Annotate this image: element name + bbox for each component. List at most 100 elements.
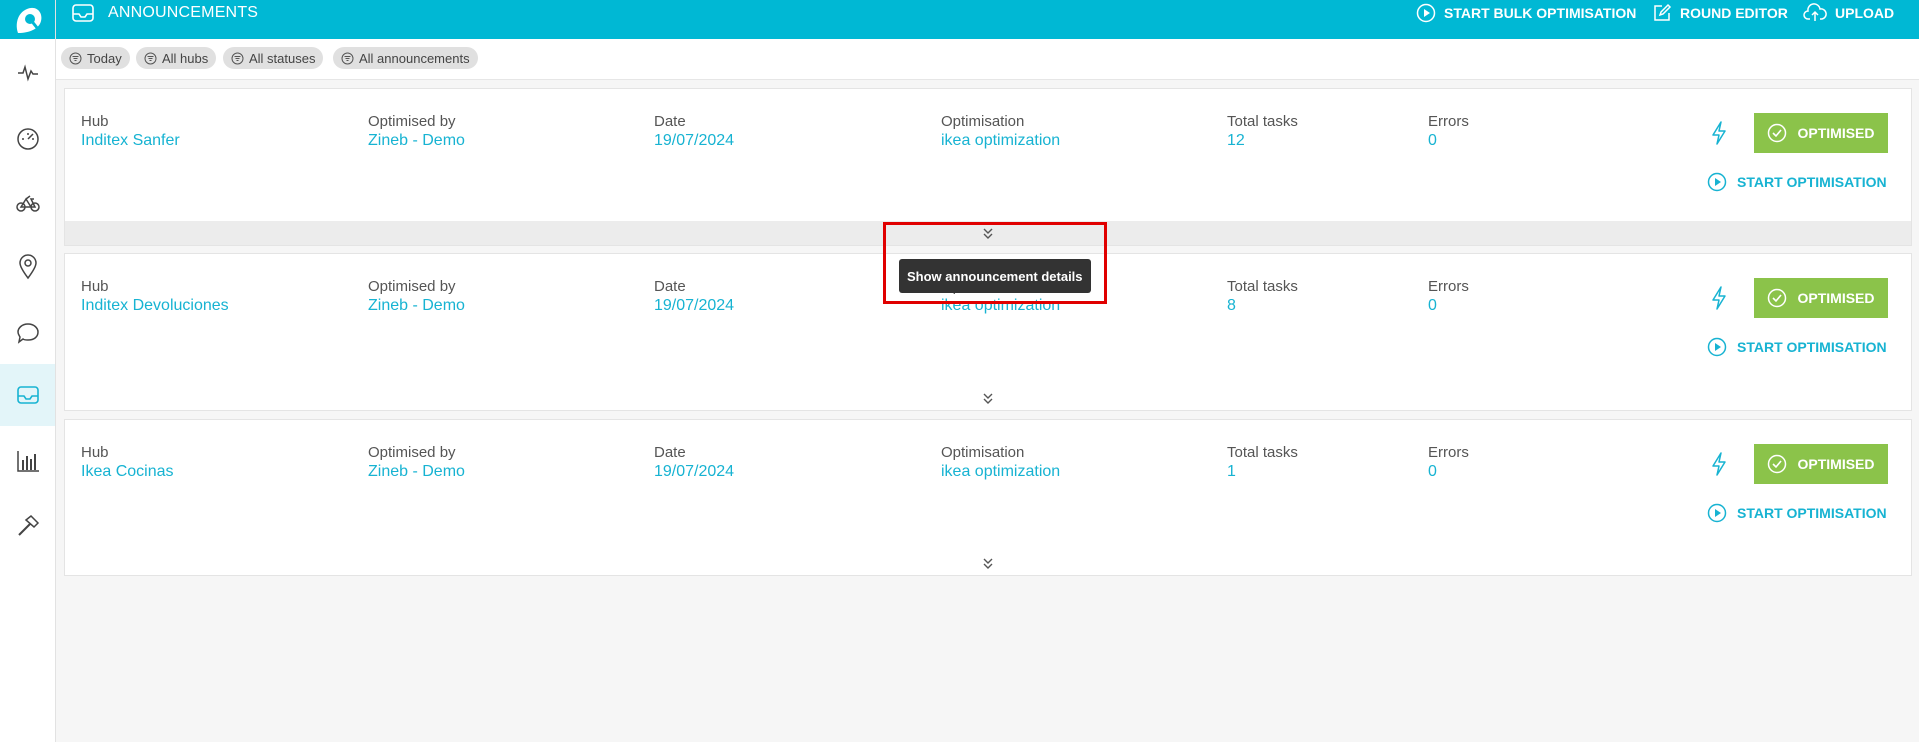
total-tasks-value[interactable]: 1 [1227, 462, 1298, 482]
sidebar-item-riders[interactable] [0, 172, 55, 234]
errors-label: Errors [1428, 444, 1469, 461]
logo-icon [16, 7, 41, 33]
date-label: Date [654, 444, 686, 461]
optimised-by-label: Optimised by [368, 113, 456, 130]
round-editor-button[interactable]: ROUND EDITOR [1652, 0, 1788, 26]
total-tasks-label: Total tasks [1227, 278, 1298, 295]
optimised-by-link[interactable]: Zineb - Demo [368, 462, 465, 482]
app-logo[interactable] [0, 0, 55, 39]
hub-link[interactable]: Ikea Cocinas [81, 462, 174, 482]
dashboard-icon [16, 128, 39, 150]
optimised-by-link[interactable]: Zineb - Demo [368, 131, 465, 151]
filter-icon [341, 52, 354, 64]
upload-button[interactable]: UPLOAD [1803, 0, 1894, 26]
optimised-by-field: Optimised by Zineb - Demo [368, 113, 465, 151]
total-tasks-field: Total tasks 12 [1227, 113, 1298, 151]
status-badge: OPTIMISED [1754, 444, 1888, 484]
filter-chip-announcements[interactable]: All announcements [333, 47, 478, 69]
chevron-double-down-icon [983, 393, 993, 404]
check-circle-icon [1768, 123, 1787, 143]
errors-field: Errors 0 [1428, 444, 1469, 482]
inbox-icon [16, 386, 39, 404]
check-circle-icon [1768, 454, 1787, 474]
start-bulk-optimisation-button[interactable]: START BULK OPTIMISATION [1416, 0, 1636, 26]
sidebar-item-messages[interactable] [0, 302, 55, 364]
start-optimisation-button[interactable]: START OPTIMISATION [1707, 172, 1887, 192]
total-tasks-field: Total tasks 8 [1227, 278, 1298, 316]
total-tasks-value[interactable]: 8 [1227, 296, 1298, 316]
location-pin-icon [18, 254, 37, 280]
status-label: OPTIMISED [1797, 290, 1875, 306]
filter-icon [144, 52, 157, 64]
activity-icon [17, 64, 38, 82]
errors-label: Errors [1428, 113, 1469, 130]
inbox-icon [72, 4, 94, 22]
play-circle-icon [1707, 337, 1727, 357]
page-title-text: ANNOUNCEMENTS [108, 4, 259, 21]
optimisation-link[interactable]: ikea optimization [941, 462, 1060, 482]
optimised-by-field: Optimised by Zineb - Demo [368, 444, 465, 482]
start-optimisation-button[interactable]: START OPTIMISATION [1707, 337, 1887, 357]
bar-chart-icon [16, 451, 39, 472]
errors-field: Errors 0 [1428, 278, 1469, 316]
errors-value[interactable]: 0 [1428, 131, 1469, 151]
date-value[interactable]: 19/07/2024 [654, 462, 734, 482]
status-label: OPTIMISED [1797, 456, 1875, 472]
quick-optimise-button[interactable] [1709, 121, 1729, 150]
hub-label: Hub [81, 444, 109, 461]
optimised-by-link[interactable]: Zineb - Demo [368, 296, 465, 316]
play-circle-icon [1416, 3, 1436, 23]
sidebar [0, 0, 56, 742]
filter-chip-date[interactable]: Today [61, 47, 130, 69]
hammer-icon [17, 514, 39, 536]
chat-icon [16, 323, 39, 344]
sidebar-item-tools[interactable] [0, 495, 55, 557]
optimisation-label: Optimisation [941, 444, 1025, 461]
top-bar: ANNOUNCEMENTS START BULK OPTIMISATION RO… [56, 0, 1919, 39]
optimised-by-label: Optimised by [368, 444, 456, 461]
show-details-toggle[interactable] [65, 551, 1911, 575]
filter-chip-label: Today [87, 50, 122, 66]
date-value[interactable]: 19/07/2024 [654, 296, 734, 316]
cloud-upload-icon [1803, 3, 1827, 21]
sidebar-item-reports[interactable] [0, 430, 55, 492]
edit-icon [1654, 3, 1672, 21]
quick-optimise-button[interactable] [1709, 452, 1729, 481]
errors-field: Errors 0 [1428, 113, 1469, 151]
chevron-double-down-icon [983, 558, 993, 569]
sidebar-item-activity[interactable] [0, 41, 55, 103]
errors-value[interactable]: 0 [1428, 296, 1469, 316]
sidebar-item-announcements[interactable] [0, 364, 55, 426]
date-label: Date [654, 113, 686, 130]
total-tasks-value[interactable]: 12 [1227, 131, 1298, 151]
play-circle-icon [1707, 503, 1727, 523]
filter-icon [69, 52, 82, 64]
lightning-icon [1712, 121, 1726, 145]
total-tasks-field: Total tasks 1 [1227, 444, 1298, 482]
announcement-card: Hub Ikea Cocinas Optimised by Zineb - De… [64, 419, 1912, 576]
upload-label: UPLOAD [1835, 5, 1895, 21]
total-tasks-label: Total tasks [1227, 444, 1298, 461]
play-circle-icon [1707, 172, 1727, 192]
check-circle-icon [1768, 288, 1787, 308]
sidebar-item-locations[interactable] [0, 236, 55, 298]
bicycle-icon [15, 195, 40, 212]
lightning-icon [1712, 286, 1726, 310]
start-optimisation-label: START OPTIMISATION [1737, 339, 1887, 355]
quick-optimise-button[interactable] [1709, 286, 1729, 315]
optimised-by-field: Optimised by Zineb - Demo [368, 278, 465, 316]
start-optimisation-button[interactable]: START OPTIMISATION [1707, 503, 1887, 523]
errors-value[interactable]: 0 [1428, 462, 1469, 482]
show-details-toggle[interactable] [65, 386, 1911, 410]
date-value[interactable]: 19/07/2024 [654, 131, 734, 151]
filter-chip-label: All hubs [162, 50, 209, 66]
filter-chip-statuses[interactable]: All statuses [223, 47, 324, 69]
errors-label: Errors [1428, 278, 1469, 295]
filter-chip-hubs[interactable]: All hubs [136, 47, 217, 69]
sidebar-item-dashboard[interactable] [0, 107, 55, 169]
start-bulk-optimisation-label: START BULK OPTIMISATION [1444, 5, 1637, 21]
optimised-by-label: Optimised by [368, 278, 456, 295]
hub-link[interactable]: Inditex Sanfer [81, 131, 180, 151]
optimisation-link[interactable]: ikea optimization [941, 131, 1060, 151]
hub-link[interactable]: Inditex Devoluciones [81, 296, 229, 316]
